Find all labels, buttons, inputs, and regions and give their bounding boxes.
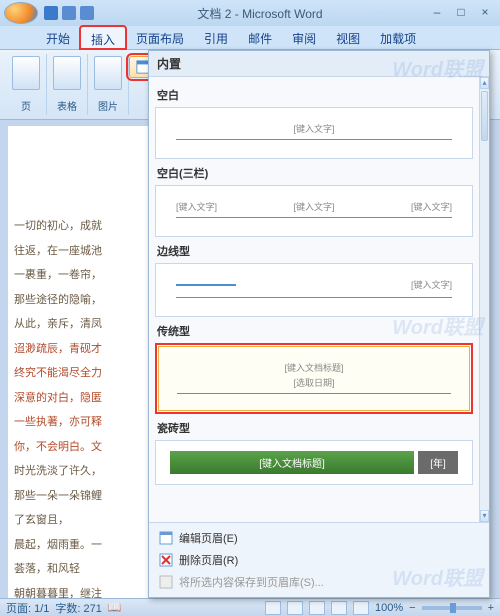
doc-line: 那些一朵一朵锦鲤 <box>14 488 152 505</box>
tab-references[interactable]: 引用 <box>194 26 238 49</box>
doc-line: 朝朝暮暮里，继注 <box>14 586 152 599</box>
redo-icon[interactable] <box>80 6 94 20</box>
status-page[interactable]: 页面: 1/1 <box>6 600 49 616</box>
placeholder-text: [键入文档标题] <box>177 361 451 374</box>
doc-line: 一裹重，一卷帘， <box>14 267 152 284</box>
ribbon-group-tables: 表格 <box>47 54 88 115</box>
gallery-body: 空白 [键入文字] 空白(三栏) [键入文字] [键入文字] [键入文字] 边线… <box>149 77 479 522</box>
doc-line: 你，不会明白。文 <box>14 439 152 456</box>
placeholder-text: [键入文字] <box>293 200 334 213</box>
gallery-label-blank3: 空白(三栏) <box>157 165 473 181</box>
status-zoom[interactable]: 100% <box>375 602 403 614</box>
ribbon-tabs: 开始 插入 页面布局 引用 邮件 审阅 视图 加载项 <box>0 26 500 50</box>
doc-line: 时光洗淡了许久， <box>14 463 152 480</box>
gallery-label-edge: 边线型 <box>157 243 473 259</box>
menuitem-edit-header[interactable]: 编辑页眉(E) <box>149 527 489 549</box>
tab-pagelayout[interactable]: 页面布局 <box>126 26 194 49</box>
office-button[interactable] <box>4 2 38 24</box>
menuitem-remove-header[interactable]: 删除页眉(R) <box>149 549 489 571</box>
tab-review[interactable]: 审阅 <box>282 26 326 49</box>
placeholder-text: [选取日期] <box>177 376 451 389</box>
ribbon-group-illustrations: 图片 <box>88 54 129 115</box>
illustrations-label: 图片 <box>98 98 118 113</box>
undo-icon[interactable] <box>62 6 76 20</box>
gallery-section-builtin: 内置 <box>149 51 489 77</box>
placeholder-text: [年] <box>418 451 458 474</box>
pages-label: 页 <box>21 98 31 113</box>
zoom-in-button[interactable]: + <box>488 602 494 614</box>
view-draft-button[interactable] <box>353 601 369 615</box>
gallery-label-blank: 空白 <box>157 87 473 103</box>
remove-icon <box>159 553 173 567</box>
cover-page-button[interactable] <box>12 56 40 90</box>
gallery-item-blank[interactable]: [键入文字] <box>155 107 473 159</box>
doc-line: 那些途径的隐喻， <box>14 292 152 309</box>
gallery-item-traditional[interactable]: [键入文档标题] [选取日期] <box>155 343 473 414</box>
minimize-button[interactable]: – <box>426 5 448 21</box>
doc-line: 往返，在一座城池 <box>14 243 152 260</box>
gallery-label-tile: 瓷砖型 <box>157 420 473 436</box>
doc-line: 一切的初心，成就 <box>14 218 152 235</box>
table-button[interactable] <box>53 56 81 90</box>
tables-grouplabel: 表格 <box>57 98 77 113</box>
tab-home[interactable]: 开始 <box>36 26 80 49</box>
doc-line: 迢渺疏辰，青砚才 <box>14 341 152 358</box>
gallery-item-blank3[interactable]: [键入文字] [键入文字] [键入文字] <box>155 185 473 237</box>
menuitem-label: 将所选内容保存到页眉库(S)... <box>179 574 324 590</box>
gallery-footer: 编辑页眉(E) 删除页眉(R) 将所选内容保存到页眉库(S)... <box>149 522 489 597</box>
save-icon[interactable] <box>44 6 58 20</box>
edit-icon <box>159 531 173 545</box>
tab-insert[interactable]: 插入 <box>80 26 126 49</box>
document-body[interactable]: 一切的初心，成就 往返，在一座城池 一裹重，一卷帘， 那些途径的隐喻， 从此，亲… <box>8 126 158 598</box>
status-language-icon[interactable]: 📖 <box>108 601 122 614</box>
doc-line: 一些执著，亦可释 <box>14 414 152 431</box>
status-bar: 页面: 1/1 字数: 271 📖 100% − + <box>0 598 500 616</box>
tab-addins[interactable]: 加载项 <box>370 26 426 49</box>
view-outline-button[interactable] <box>331 601 347 615</box>
menuitem-label: 编辑页眉(E) <box>179 530 238 546</box>
menuitem-label: 删除页眉(R) <box>179 552 238 568</box>
zoom-slider[interactable] <box>422 606 482 610</box>
status-words[interactable]: 字数: 271 <box>55 600 101 616</box>
workspace: 一切的初心，成就 往返，在一座城池 一裹重，一卷帘， 那些途径的隐喻， 从此，亲… <box>0 120 500 598</box>
gallery-label-traditional: 传统型 <box>157 323 473 339</box>
ribbon-group-pages: 页 <box>6 54 47 115</box>
close-button[interactable]: × <box>474 5 496 21</box>
tab-mailings[interactable]: 邮件 <box>238 26 282 49</box>
scroll-thumb[interactable] <box>481 91 488 141</box>
title-bar: 文档 2 - Microsoft Word – □ × <box>0 0 500 26</box>
picture-button[interactable] <box>94 56 122 90</box>
window-title: 文档 2 - Microsoft Word <box>96 5 424 22</box>
gallery-scrollbar[interactable]: ▴ ▾ <box>479 77 489 522</box>
view-web-button[interactable] <box>309 601 325 615</box>
tab-view[interactable]: 视图 <box>326 26 370 49</box>
gallery-item-edge[interactable]: [键入文字] <box>155 263 473 317</box>
placeholder-text: [键入文字] <box>411 200 452 213</box>
zoom-out-button[interactable]: − <box>409 602 415 614</box>
placeholder-text: [键入文档标题] <box>170 451 414 474</box>
doc-line: 晨起，烟雨重。一 <box>14 537 152 554</box>
edge-line <box>176 284 236 286</box>
doc-line: 从此，亲斥，清凤 <box>14 316 152 333</box>
view-printlayout-button[interactable] <box>265 601 281 615</box>
scroll-down-button[interactable]: ▾ <box>480 510 489 522</box>
maximize-button[interactable]: □ <box>450 5 472 21</box>
save-selection-icon <box>159 575 173 589</box>
doc-line: 了玄窗且， <box>14 512 152 529</box>
placeholder-text: [键入文字] <box>236 278 452 291</box>
menuitem-save-to-gallery: 将所选内容保存到页眉库(S)... <box>149 571 489 593</box>
placeholder-text: [键入文字] <box>176 200 217 213</box>
scroll-up-button[interactable]: ▴ <box>480 77 489 89</box>
gallery-item-tile[interactable]: [键入文档标题] [年] <box>155 440 473 485</box>
doc-line: 荟落，和风轻 <box>14 561 152 578</box>
doc-line: 终究不能渴尽全力 <box>14 365 152 382</box>
placeholder-text: [键入文字] <box>176 122 452 137</box>
view-fullscreen-button[interactable] <box>287 601 303 615</box>
doc-line: 深意的对白，隐匿 <box>14 390 152 407</box>
header-gallery-dropdown: 内置 空白 [键入文字] 空白(三栏) [键入文字] [键入文字] [键入文字]… <box>148 50 490 598</box>
